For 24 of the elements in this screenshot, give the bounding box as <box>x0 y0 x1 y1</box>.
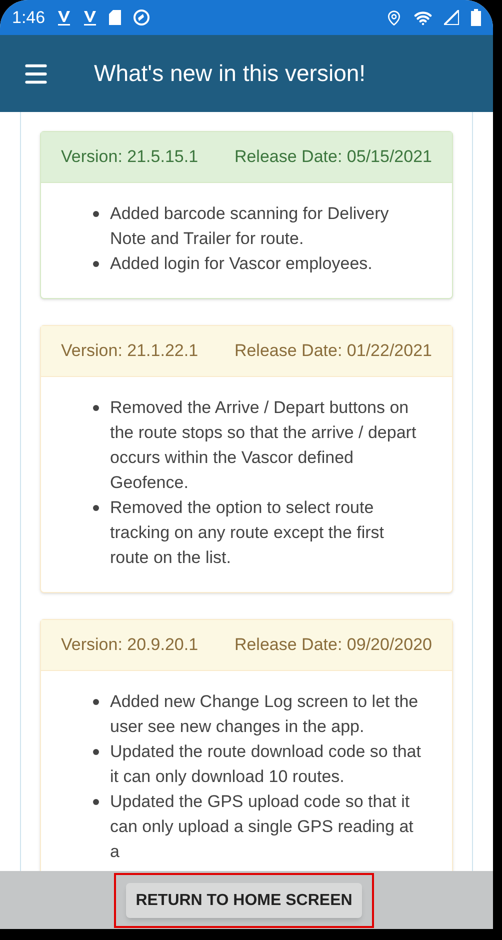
page-title: What's new in this version! <box>94 59 366 88</box>
clock: 1:46 <box>12 6 46 29</box>
release-date: Release Date: 05/15/2021 <box>234 146 432 168</box>
change-note: Added new Change Log screen to let the user see new changes in the app. <box>110 691 420 738</box>
change-note: Updated the GPS upload code so that it can only upload a single GPS reading at a <box>110 791 414 863</box>
change-note: Updated the route download code so that it can only download 10 routes. <box>110 741 422 788</box>
location-icon <box>386 10 402 26</box>
change-note: Added barcode scanning for Delivery Note and Trailer for route. <box>110 203 390 250</box>
wifi-icon <box>414 8 432 26</box>
battery-icon <box>471 9 481 26</box>
notification-icon <box>57 10 72 26</box>
version-label: Version: 20.9.20.1 <box>61 634 198 656</box>
sd-card-icon <box>109 10 122 25</box>
sync-icon <box>133 9 150 26</box>
version-label: Version: 21.1.22.1 <box>61 340 198 362</box>
change-note: Removed the Arrive / Depart buttons on the route stops so that the arrive / depart occurs within the Vascor defined Geofence. <box>110 397 418 494</box>
signal-icon <box>444 10 459 25</box>
release-date: Release Date: 09/20/2020 <box>234 634 432 656</box>
change-note: Removed the option to select route tracking on any route except the first route on the list. <box>110 497 386 569</box>
version-label: Version: 21.5.15.1 <box>61 146 198 168</box>
release-date: Release Date: 01/22/2021 <box>234 340 432 362</box>
notification-icon <box>83 10 98 26</box>
return-home-button[interactable]: RETURN TO HOME SCREEN <box>126 883 362 918</box>
change-note: Added login for Vascor employees. <box>110 253 372 275</box>
